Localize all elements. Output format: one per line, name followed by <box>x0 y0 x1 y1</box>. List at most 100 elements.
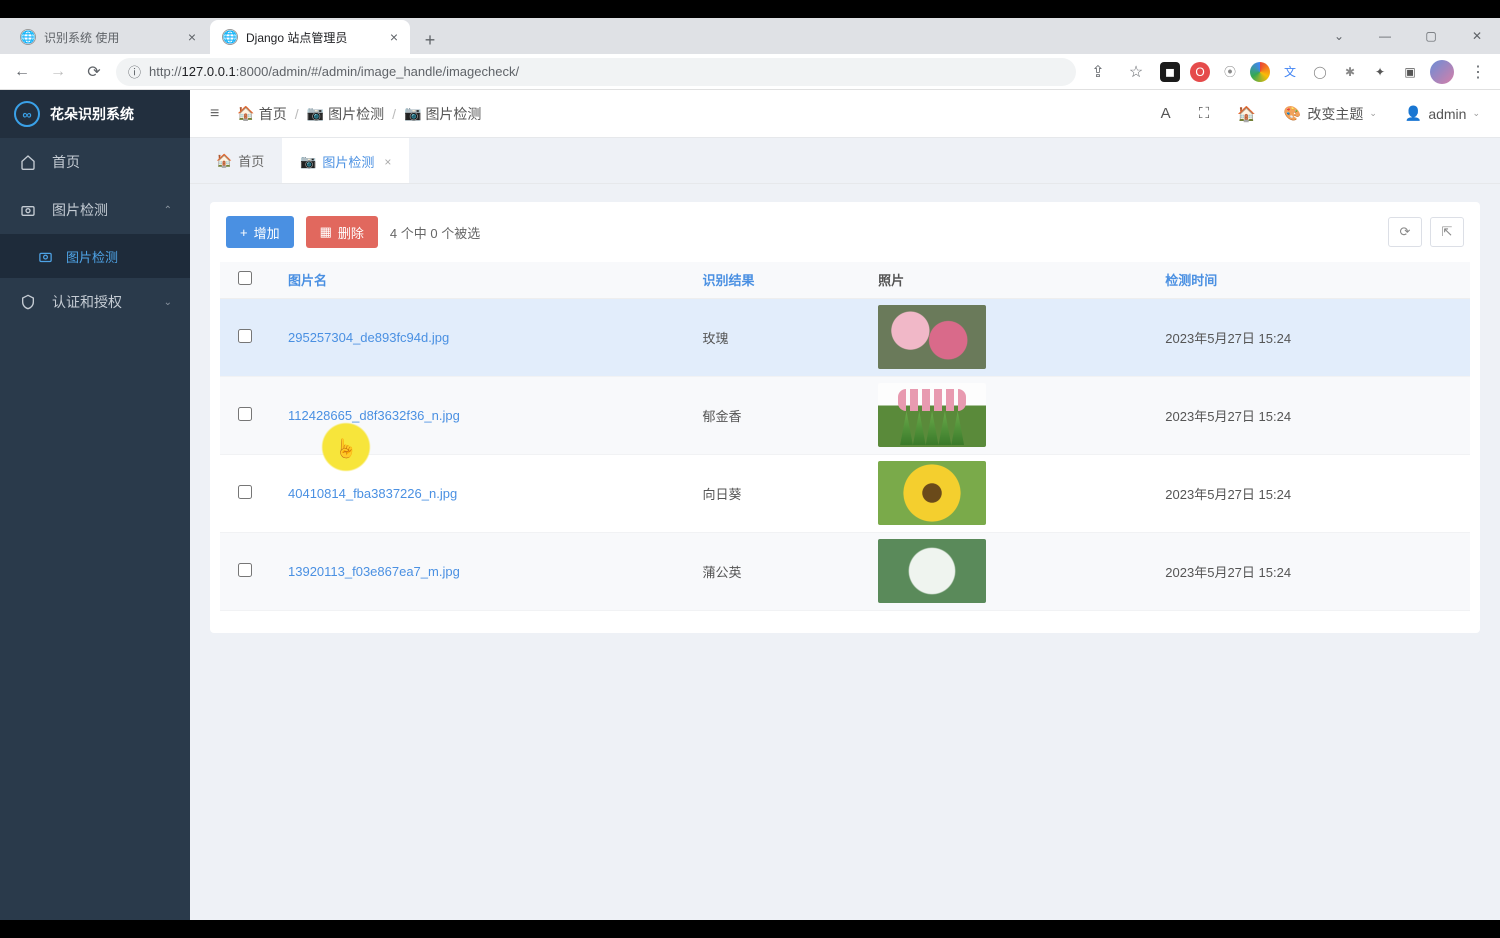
camera-icon: 📷 <box>404 105 421 122</box>
column-header-name[interactable]: 图片名 <box>270 262 685 298</box>
extension-icon[interactable] <box>1250 62 1270 82</box>
refresh-button[interactable]: ⟳ <box>1388 217 1422 247</box>
time-cell: 2023年5月27日 15:24 <box>1147 532 1470 610</box>
reload-button[interactable]: ⟳ <box>80 58 108 86</box>
extension-icon[interactable]: ◼ <box>1160 62 1180 82</box>
browser-tab-0[interactable]: 🌐 识别系统 使用 × <box>8 20 208 54</box>
result-cell: 郁金香 <box>685 376 861 454</box>
tab-label: 首页 <box>238 151 264 170</box>
thumbnail-image[interactable] <box>878 461 986 525</box>
sidebar-item-label: 图片检测 <box>52 200 108 220</box>
sidebar-item-label: 图片检测 <box>66 247 118 266</box>
button-label: 增加 <box>254 223 280 242</box>
forward-button[interactable]: → <box>44 58 72 86</box>
hamburger-icon[interactable]: ≡ <box>210 105 219 123</box>
extensions-menu-icon[interactable]: ✦ <box>1370 62 1390 82</box>
export-button[interactable]: ⇱ <box>1430 217 1464 247</box>
delete-button[interactable]: ▦ 删除 <box>306 216 378 248</box>
breadcrumb-mid[interactable]: 📷图片检测 <box>307 104 384 124</box>
tab-title: Django 站点管理员 <box>246 29 347 46</box>
result-cell: 向日葵 <box>685 454 861 532</box>
close-window-button[interactable]: ✕ <box>1454 18 1500 54</box>
sidebar-item-detect[interactable]: 图片检测 <box>0 234 190 278</box>
user-icon: 👤 <box>1405 105 1422 122</box>
result-cell: 玫瑰 <box>685 298 861 376</box>
separator: / <box>392 106 396 122</box>
camera-icon: 📷 <box>300 154 316 170</box>
chevron-down-icon[interactable]: ⌄ <box>1316 18 1362 54</box>
sidebar-item-home[interactable]: 首页 <box>0 138 190 186</box>
breadcrumb-home[interactable]: 🏠首页 <box>237 104 286 124</box>
maximize-button[interactable]: ▢ <box>1408 18 1454 54</box>
theme-selector[interactable]: 🎨 改变主题 ⌄ <box>1284 104 1377 124</box>
row-checkbox[interactable] <box>238 563 252 577</box>
profile-avatar[interactable] <box>1430 60 1454 84</box>
kebab-menu-icon[interactable]: ⋮ <box>1464 58 1492 86</box>
data-table: 图片名 识别结果 照片 检测时间 295257304_de893fc94d.jp… <box>220 262 1470 611</box>
row-checkbox[interactable] <box>238 407 252 421</box>
theme-label: 改变主题 <box>1307 104 1363 124</box>
content-tab-strip: 🏠 首页 📷 图片检测 × <box>190 138 1500 184</box>
filename-link[interactable]: 13920113_f03e867ea7_m.jpg <box>288 564 460 579</box>
content-tab-detect[interactable]: 📷 图片检测 × <box>282 138 409 183</box>
url-host: 127.0.0.1 <box>182 64 236 79</box>
column-header-time[interactable]: 检测时间 <box>1147 262 1470 298</box>
extension-icon[interactable]: ◯ <box>1310 62 1330 82</box>
select-all-checkbox[interactable] <box>238 271 252 285</box>
star-icon[interactable]: ☆ <box>1122 58 1150 86</box>
url-scheme: http:// <box>149 64 182 79</box>
address-bar-row: ← → ⟳ ⓘ http://127.0.0.1:8000/admin/#/ad… <box>0 54 1500 90</box>
thumbnail-image[interactable] <box>878 539 986 603</box>
chevron-down-icon: ⌄ <box>164 297 172 308</box>
breadcrumb: 🏠首页 / 📷图片检测 / 📷图片检测 <box>237 104 481 124</box>
filename-link[interactable]: 40410814_fba3837226_n.jpg <box>288 486 457 501</box>
separator: / <box>295 106 299 122</box>
extension-icon[interactable]: O <box>1190 62 1210 82</box>
chevron-down-icon: ⌄ <box>1472 108 1480 119</box>
new-tab-button[interactable]: + <box>416 26 444 54</box>
url-input[interactable]: ⓘ http://127.0.0.1:8000/admin/#/admin/im… <box>116 58 1076 86</box>
breadcrumb-label: 首页 <box>259 104 287 124</box>
info-icon[interactable]: ⓘ <box>128 62 141 81</box>
breadcrumb-last[interactable]: 📷图片检测 <box>404 104 481 124</box>
extension-icon[interactable]: ✱ <box>1340 62 1360 82</box>
sidebar-item-detect-group[interactable]: 图片检测 ⌃ <box>0 186 190 234</box>
font-size-icon[interactable]: A <box>1161 105 1171 122</box>
filename-link[interactable]: 112428665_d8f3632f36_n.jpg <box>288 408 460 423</box>
browser-tab-1[interactable]: 🌐 Django 站点管理员 × <box>210 20 410 54</box>
back-button[interactable]: ← <box>8 58 36 86</box>
column-header-result[interactable]: 识别结果 <box>685 262 861 298</box>
content-area: + 增加 ▦ 删除 4 个中 0 个被选 ⟳ ⇱ 图片名 <box>190 184 1500 920</box>
table-row: 40410814_fba3837226_n.jpg向日葵2023年5月27日 1… <box>220 454 1470 532</box>
thumbnail-image[interactable] <box>878 383 986 447</box>
close-icon[interactable]: × <box>384 155 391 169</box>
fullscreen-icon[interactable]: ⛶ <box>1199 105 1210 122</box>
close-icon[interactable]: × <box>188 29 196 45</box>
home-shortcut-icon[interactable]: 🏠 <box>1237 105 1256 123</box>
tab-label: 图片检测 <box>322 152 374 171</box>
user-menu[interactable]: 👤 admin ⌄ <box>1405 105 1480 122</box>
close-icon[interactable]: × <box>390 29 398 45</box>
time-cell: 2023年5月27日 15:24 <box>1147 376 1470 454</box>
row-checkbox[interactable] <box>238 329 252 343</box>
extension-icon[interactable]: ⦿ <box>1220 62 1240 82</box>
filename-link[interactable]: 295257304_de893fc94d.jpg <box>288 330 449 345</box>
camera-icon: 📷 <box>307 105 324 122</box>
minimize-button[interactable]: — <box>1362 18 1408 54</box>
table-row: 112428665_d8f3632f36_n.jpg 郁金香 2023年5月27日 … <box>220 376 1470 454</box>
row-checkbox[interactable] <box>238 485 252 499</box>
translate-icon[interactable]: 文 <box>1280 62 1300 82</box>
thumbnail-image[interactable] <box>878 305 986 369</box>
chevron-down-icon: ⌄ <box>1369 108 1377 119</box>
share-icon[interactable]: ⇪ <box>1084 58 1112 86</box>
browser-tab-bar: 🌐 识别系统 使用 × 🌐 Django 站点管理员 × + ⌄ — ▢ ✕ <box>0 18 1500 54</box>
breadcrumb-label: 图片检测 <box>328 104 384 124</box>
sidepanel-icon[interactable]: ▣ <box>1400 62 1420 82</box>
header-bar: ≡ 🏠首页 / 📷图片检测 / 📷图片检测 A ⛶ 🏠 🎨 改变主题 ⌄ 👤 a… <box>190 90 1500 138</box>
add-button[interactable]: + 增加 <box>226 216 294 248</box>
content-tab-home[interactable]: 🏠 首页 <box>198 138 282 183</box>
header-label: 图片名 <box>288 273 327 288</box>
palette-icon: 🎨 <box>1284 105 1301 122</box>
url-port: :8000 <box>236 64 269 79</box>
sidebar-item-auth-group[interactable]: 认证和授权 ⌄ <box>0 278 190 326</box>
